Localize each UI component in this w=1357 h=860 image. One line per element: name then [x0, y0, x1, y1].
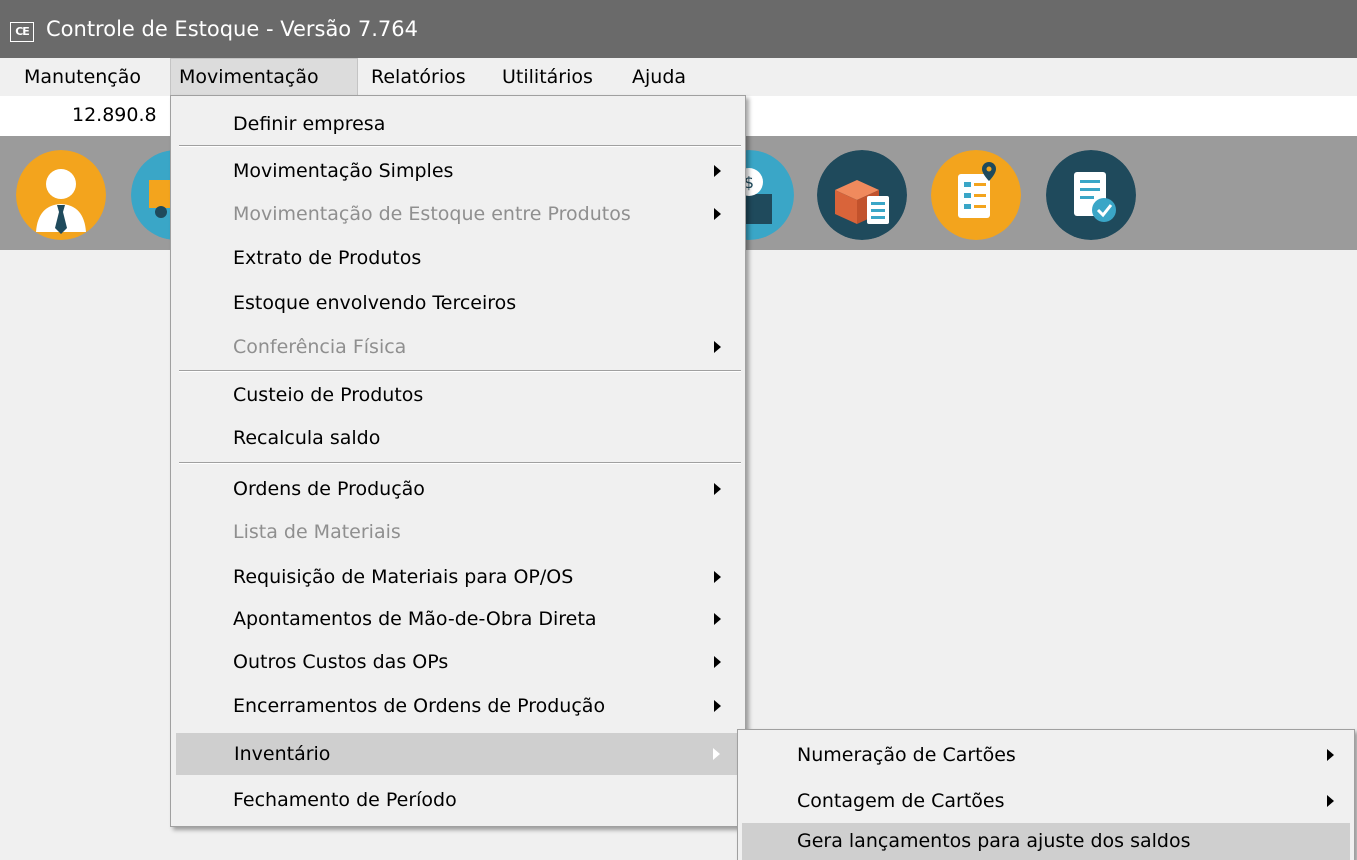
- menu-separator: [179, 370, 741, 372]
- menu-item-lista-materiais: Lista de Materiais: [233, 521, 401, 543]
- checklist-location-icon[interactable]: [931, 150, 1021, 240]
- menu-item-fechamento-periodo[interactable]: Fechamento de Período: [175, 779, 741, 821]
- menu-bar: Manutenção Movimentação Relatórios Utili…: [0, 58, 1357, 96]
- chevron-right-icon: [1327, 749, 1334, 761]
- chevron-right-icon: [714, 208, 721, 220]
- chevron-right-icon: [713, 748, 720, 760]
- chevron-right-icon: [714, 571, 721, 583]
- menu-utilitarios[interactable]: Utilitários: [494, 58, 601, 96]
- user-icon[interactable]: [16, 150, 106, 240]
- window-title: Controle de Estoque - Versão 7.764: [46, 17, 418, 41]
- inventario-submenu: Numeração de Cartões Contagem de Cartões…: [737, 729, 1355, 860]
- menu-separator: [179, 462, 741, 464]
- menu-item-recalcula-saldo[interactable]: Recalcula saldo: [175, 417, 741, 459]
- boxes-clipboard-icon[interactable]: [817, 150, 907, 240]
- menu-item-inventario[interactable]: Inventário: [176, 733, 740, 775]
- menu-item-definir-empresa[interactable]: Definir empresa: [175, 103, 741, 145]
- chevron-right-icon: [714, 341, 721, 353]
- menu-item-apontamentos-mao-obra[interactable]: Apontamentos de Mão-de-Obra Direta: [175, 598, 741, 640]
- menu-item-movimentacao-simples[interactable]: Movimentação Simples: [175, 150, 741, 192]
- chevron-right-icon: [714, 613, 721, 625]
- menu-item-requisicao-materiais[interactable]: Requisição de Materiais para OP/OS: [175, 556, 741, 598]
- menu-item-custeio-produtos[interactable]: Custeio de Produtos: [175, 374, 741, 416]
- menu-item-conferencia-fisica: Conferência Física: [175, 326, 741, 368]
- menu-item-encerramentos-ordens[interactable]: Encerramentos de Ordens de Produção: [175, 685, 741, 727]
- movimentacao-menu: Definir empresa Movimentação Simples Mov…: [170, 95, 746, 827]
- menu-movimentacao[interactable]: Movimentação: [170, 58, 358, 96]
- menu-item-ordens-producao[interactable]: Ordens de Produção: [175, 468, 741, 510]
- menu-item-outros-custos[interactable]: Outros Custos das OPs: [175, 641, 741, 683]
- chevron-right-icon: [714, 165, 721, 177]
- menu-item-extrato-produtos[interactable]: Extrato de Produtos: [175, 237, 741, 279]
- submenu-item-contagem-cartoes[interactable]: Contagem de Cartões: [742, 780, 1350, 822]
- title-bar: CE Controle de Estoque - Versão 7.764: [0, 0, 1357, 58]
- submenu-item-numeracao-cartoes[interactable]: Numeração de Cartões: [742, 734, 1350, 776]
- menu-manutencao[interactable]: Manutenção: [16, 58, 149, 96]
- chevron-right-icon: [714, 700, 721, 712]
- report-check-icon[interactable]: [1046, 150, 1136, 240]
- menu-ajuda[interactable]: Ajuda: [624, 58, 694, 96]
- app-icon: CE: [10, 22, 34, 42]
- menu-separator: [179, 145, 741, 147]
- menu-item-estoque-terceiros[interactable]: Estoque envolvendo Terceiros: [175, 282, 741, 324]
- chevron-right-icon: [1327, 795, 1334, 807]
- status-value: 12.890.8: [72, 104, 157, 126]
- chevron-right-icon: [714, 656, 721, 668]
- submenu-item-gera-lancamentos[interactable]: Gera lançamentos para ajuste dos saldos: [742, 823, 1350, 860]
- menu-item-movimentacao-entre-produtos: Movimentação de Estoque entre Produtos: [175, 193, 741, 235]
- chevron-right-icon: [714, 483, 721, 495]
- menu-relatorios[interactable]: Relatórios: [363, 58, 474, 96]
